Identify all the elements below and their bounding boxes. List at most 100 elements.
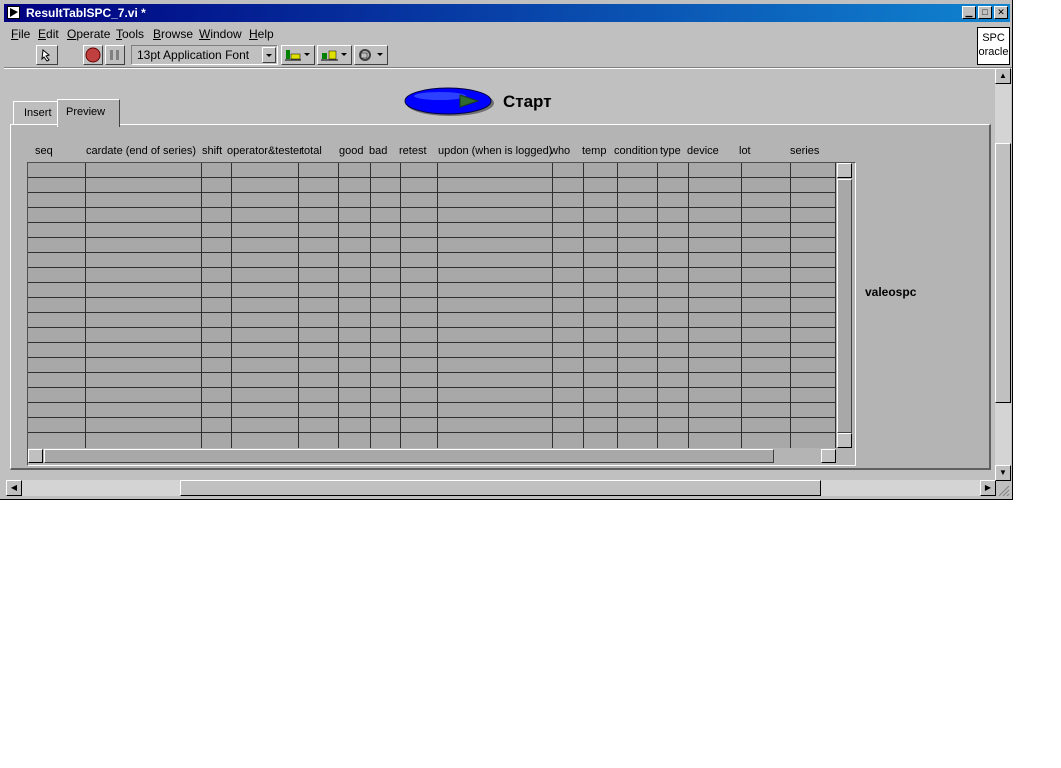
minimize-icon: ▁: [965, 7, 973, 17]
close-icon: ✕: [997, 7, 1005, 17]
column-divider: [657, 163, 658, 448]
column-header: condition: [614, 145, 659, 157]
column-divider: [583, 163, 584, 448]
vi-connector-icon: SPC oracle: [977, 27, 1010, 65]
menu-tools[interactable]: Tools: [116, 27, 144, 41]
table-scroll-left-icon[interactable]: [28, 449, 43, 463]
distribute-objects-button[interactable]: [317, 45, 352, 65]
table-vertical-scrollbar[interactable]: [836, 163, 853, 448]
column-header: who: [550, 145, 571, 157]
column-header: shift: [202, 145, 223, 157]
pause-button[interactable]: [105, 45, 125, 65]
scroll-left-icon[interactable]: ◀: [6, 480, 22, 496]
spc-icon-text: SPC: [982, 32, 1005, 44]
row-divider: [28, 372, 836, 373]
font-dropdown[interactable]: 13pt Application Font: [131, 45, 278, 65]
column-header: total: [301, 145, 322, 157]
row-divider: [28, 177, 836, 178]
table-horizontal-scroll-thumb[interactable]: [44, 449, 774, 463]
column-header: seq: [35, 145, 53, 157]
database-name-label: valeospc: [865, 285, 917, 299]
menu-browse[interactable]: Browse: [153, 27, 193, 41]
column-divider: [552, 163, 553, 448]
close-button[interactable]: ✕: [994, 6, 1008, 19]
table-horizontal-scrollbar[interactable]: [28, 448, 836, 464]
row-divider: [28, 282, 836, 283]
pointing-hand-icon: [41, 49, 51, 62]
column-header: bad: [369, 145, 388, 157]
column-header: good: [339, 145, 364, 157]
align-objects-icon: [285, 50, 310, 61]
window-title: ResultTablSPC_7.vi *: [26, 6, 146, 20]
panel-vertical-scroll-thumb[interactable]: [995, 143, 1011, 403]
column-divider: [688, 163, 689, 448]
row-divider: [28, 252, 836, 253]
column-divider: [85, 163, 86, 448]
tab-preview[interactable]: Preview: [57, 99, 120, 127]
row-divider: [28, 417, 836, 418]
table-scroll-up-icon[interactable]: [837, 163, 852, 178]
menu-help[interactable]: Help: [249, 27, 274, 41]
table-scroll-down-icon[interactable]: [837, 433, 852, 448]
menu-edit[interactable]: Edit: [38, 27, 59, 41]
column-divider: [741, 163, 742, 448]
toolbar-divider-highlight: [4, 68, 1012, 69]
row-divider: [28, 342, 836, 343]
abort-button[interactable]: [83, 45, 103, 65]
row-divider: [28, 357, 836, 358]
column-header: retest: [399, 145, 427, 157]
panel-vertical-scrollbar[interactable]: ▲ ▼: [995, 68, 1011, 481]
reorder-icon: [359, 49, 383, 61]
row-divider: [28, 192, 836, 193]
maximize-button[interactable]: □: [978, 6, 992, 19]
scroll-down-icon[interactable]: ▼: [995, 465, 1011, 481]
column-divider: [338, 163, 339, 448]
column-header: lot: [739, 145, 751, 157]
table-vertical-scroll-thumb[interactable]: [837, 179, 852, 433]
scroll-up-icon[interactable]: ▲: [995, 68, 1011, 84]
column-divider: [201, 163, 202, 448]
column-divider: [617, 163, 618, 448]
table-scroll-right-icon[interactable]: [821, 449, 836, 463]
reorder-button[interactable]: [354, 45, 388, 65]
row-divider: [28, 432, 836, 433]
tab-preview-label: Preview: [66, 106, 106, 118]
row-divider: [28, 237, 836, 238]
minimize-button[interactable]: ▁: [962, 6, 976, 19]
font-dropdown-value: 13pt Application Font: [137, 48, 250, 62]
stop-sign-icon: [85, 47, 101, 63]
row-divider: [28, 267, 836, 268]
column-divider: [437, 163, 438, 448]
row-divider: [28, 222, 836, 223]
start-button[interactable]: [404, 87, 496, 117]
column-header: type: [660, 145, 681, 157]
pause-icon: [110, 50, 119, 60]
column-divider: [298, 163, 299, 448]
results-table-grid[interactable]: [28, 163, 836, 448]
title-bar[interactable]: ResultTablSPC_7.vi * ▁ □ ✕: [4, 4, 1010, 22]
menu-operate[interactable]: Operate: [67, 27, 110, 41]
distribute-objects-icon: [321, 50, 347, 61]
row-divider: [28, 387, 836, 388]
row-divider: [28, 327, 836, 328]
column-header: series: [790, 145, 820, 157]
row-divider: [28, 297, 836, 298]
chevron-down-icon[interactable]: [262, 47, 276, 63]
column-divider: [790, 163, 791, 448]
row-divider: [28, 207, 836, 208]
column-header: operator&tester: [227, 145, 303, 157]
labview-vi-icon: [7, 6, 20, 19]
column-header: cardate (end of series): [86, 145, 197, 157]
column-divider: [400, 163, 401, 448]
scroll-right-icon[interactable]: ▶: [980, 480, 996, 496]
menu-window[interactable]: Window: [199, 27, 242, 41]
menu-file[interactable]: File: [11, 27, 30, 41]
labview-vi-window: ResultTablSPC_7.vi * ▁ □ ✕ File Edit Ope…: [0, 0, 1013, 500]
tab-insert[interactable]: Insert: [13, 101, 59, 126]
operate-tool-button[interactable]: [36, 45, 58, 65]
panel-horizontal-scroll-thumb[interactable]: [180, 480, 821, 496]
align-objects-button[interactable]: [281, 45, 315, 65]
panel-horizontal-scrollbar[interactable]: ◀ ▶: [6, 480, 996, 496]
resize-grip-icon[interactable]: [997, 484, 1010, 497]
start-button-label: Старт: [503, 92, 552, 111]
